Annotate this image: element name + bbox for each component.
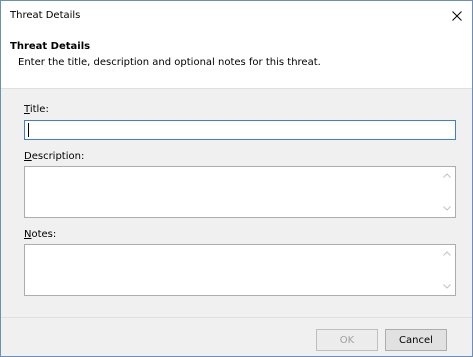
chevron-up-icon	[442, 251, 451, 256]
chevron-down-icon	[442, 284, 451, 289]
footer-divider	[1, 317, 472, 318]
ok-button[interactable]: OK	[316, 329, 378, 351]
description-label-mnemonic: D	[24, 151, 32, 162]
cancel-button[interactable]: Cancel	[385, 329, 447, 351]
title-label-rest: itle:	[29, 104, 49, 115]
notes-scrollbar[interactable]	[438, 245, 455, 295]
title-bar[interactable]: Threat Details	[1, 1, 472, 31]
chevron-down-icon	[442, 206, 451, 211]
notes-label: Notes:	[24, 229, 56, 240]
chevron-up-icon	[442, 173, 451, 178]
description-scroll-down-button[interactable]	[438, 200, 455, 217]
window-title: Threat Details	[10, 10, 81, 21]
description-label: Description:	[24, 151, 84, 162]
notes-scroll-up-button[interactable]	[438, 245, 455, 262]
close-button[interactable]	[442, 1, 472, 31]
title-input[interactable]	[24, 120, 456, 140]
notes-label-rest: otes:	[31, 229, 57, 240]
close-icon	[452, 11, 462, 21]
header-title: Threat Details	[10, 41, 91, 52]
description-scroll-up-button[interactable]	[438, 167, 455, 184]
description-textarea[interactable]	[25, 167, 439, 217]
text-caret	[28, 123, 29, 137]
notes-scroll-down-button[interactable]	[438, 278, 455, 295]
notes-box	[24, 244, 456, 296]
header-panel: Threat Details Enter the title, descript…	[1, 31, 472, 89]
notes-textarea[interactable]	[25, 245, 439, 295]
description-label-rest: escription:	[31, 151, 85, 162]
header-subtitle: Enter the title, description and optiona…	[18, 57, 321, 68]
title-label: Title:	[24, 104, 49, 115]
description-box	[24, 166, 456, 218]
threat-details-dialog: Threat Details Threat Details Enter the …	[0, 0, 473, 357]
description-scrollbar[interactable]	[438, 167, 455, 217]
